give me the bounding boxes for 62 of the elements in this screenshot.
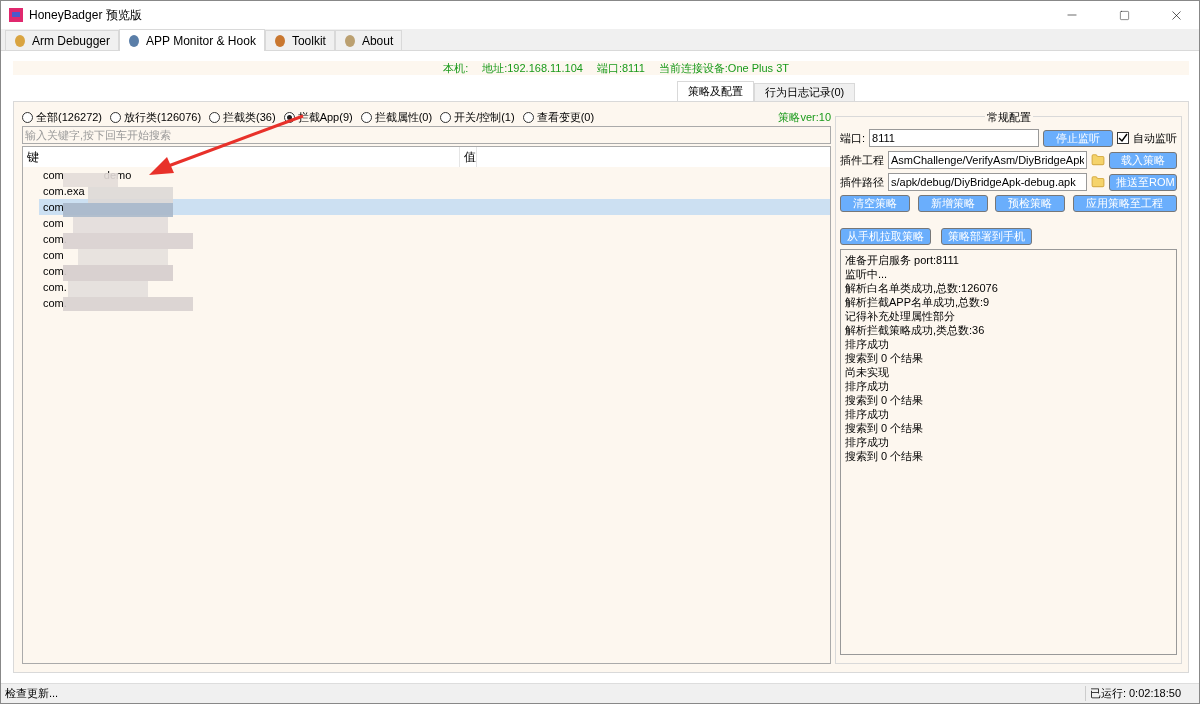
table-row[interactable]: com. bbox=[23, 231, 830, 247]
filter-radio[interactable]: 拦截类(36) bbox=[209, 109, 276, 125]
info-text: 当前连接设备:One Plus 3T bbox=[658, 60, 789, 76]
path-field[interactable]: s/apk/debug/DiyBridgeApk-debug.apk bbox=[888, 173, 1087, 191]
path-label: 插件路径 bbox=[840, 174, 884, 190]
log-line: 搜索到 0 个结果 bbox=[845, 393, 925, 407]
info-text: 端口:8111 bbox=[596, 60, 645, 76]
tab-icon bbox=[128, 33, 141, 48]
log-line: 搜索到 0 个结果 bbox=[845, 449, 925, 463]
auto-listen-checkbox[interactable] bbox=[1117, 132, 1129, 144]
info-text: 本机: bbox=[443, 60, 469, 76]
table-row[interactable]: com. bbox=[23, 279, 830, 295]
log-line: 尚未实现 bbox=[845, 365, 890, 379]
log-line: 排序成功 bbox=[845, 379, 890, 393]
log-line: 监听中... bbox=[845, 267, 889, 281]
checkbox-label: 自动监听 bbox=[1133, 130, 1177, 146]
table-row[interactable]: com.exa bbox=[23, 183, 830, 199]
tab[interactable]: 行为日志记录(0) bbox=[753, 83, 856, 101]
check-icon bbox=[1118, 133, 1128, 143]
group-title: 常规配置 bbox=[984, 110, 1033, 125]
filter-radio[interactable]: 拦截属性(0) bbox=[360, 109, 433, 125]
folder-icon[interactable] bbox=[1091, 153, 1105, 167]
app-icon bbox=[9, 8, 23, 22]
tab[interactable]: Arm Debugger bbox=[5, 30, 120, 50]
tab[interactable]: 策略及配置 bbox=[676, 81, 754, 101]
info-text: 地址:192.168.11.104 bbox=[482, 60, 583, 76]
log-line: 记得补充处理属性部分 bbox=[845, 309, 956, 323]
runtime-text: 已运行: 0:02:18:50 bbox=[1084, 686, 1181, 701]
project-field[interactable]: AsmChallenge/VerifyAsm/DiyBridgeApk bbox=[888, 151, 1087, 169]
tab[interactable]: About bbox=[334, 30, 403, 50]
log-line: 排序成功 bbox=[845, 337, 890, 351]
log-line: 排序成功 bbox=[845, 435, 890, 449]
log-line: 排序成功 bbox=[845, 407, 890, 421]
table-row[interactable]: com bbox=[23, 215, 830, 231]
table-row[interactable]: com bbox=[23, 247, 830, 263]
tab-icon bbox=[14, 33, 26, 48]
port-label: 端口: bbox=[840, 130, 866, 146]
table-row[interactable]: com. bbox=[23, 263, 830, 279]
filter-radio[interactable]: 查看变更(0) bbox=[522, 109, 595, 125]
column-header: 值 bbox=[460, 147, 477, 167]
tab-icon bbox=[273, 33, 286, 48]
filter-radio[interactable]: 开关/控制(1) bbox=[440, 109, 515, 125]
log-line: 搜索到 0 个结果 bbox=[845, 351, 925, 365]
maximize-icon bbox=[1118, 9, 1130, 21]
search-field[interactable]: 输入关键字,按下回车开始搜索 bbox=[22, 126, 831, 144]
filter-radio[interactable]: 全部(126272) bbox=[22, 109, 103, 125]
log-line: 搜索到 0 个结果 bbox=[845, 421, 925, 435]
tab[interactable]: APP Monitor & Hook bbox=[119, 29, 265, 51]
tab-icon bbox=[343, 33, 356, 48]
port-field[interactable]: 8111 bbox=[869, 129, 1039, 147]
status-text: 检查更新... bbox=[5, 686, 59, 701]
project-label: 插件工程 bbox=[840, 152, 884, 168]
log-line: 解析拦截策略成功,类总数:36 bbox=[845, 323, 986, 337]
version-label: 策略ver:10 bbox=[778, 109, 831, 125]
tab[interactable]: Toolkit bbox=[264, 30, 335, 50]
log-line: 准备开启服务 port:8111 bbox=[845, 253, 960, 267]
filter-radio[interactable]: 放行类(126076) bbox=[110, 109, 202, 125]
table-row[interactable]: com. bbox=[23, 295, 830, 311]
window-title: HoneyBadger 预览版 bbox=[29, 6, 143, 24]
log-line: 解析白名单类成功,总数:126076 bbox=[845, 281, 999, 295]
log-line: 解析拦截APP名单成功,总数:9 bbox=[845, 295, 991, 309]
folder-icon[interactable] bbox=[1091, 175, 1105, 189]
